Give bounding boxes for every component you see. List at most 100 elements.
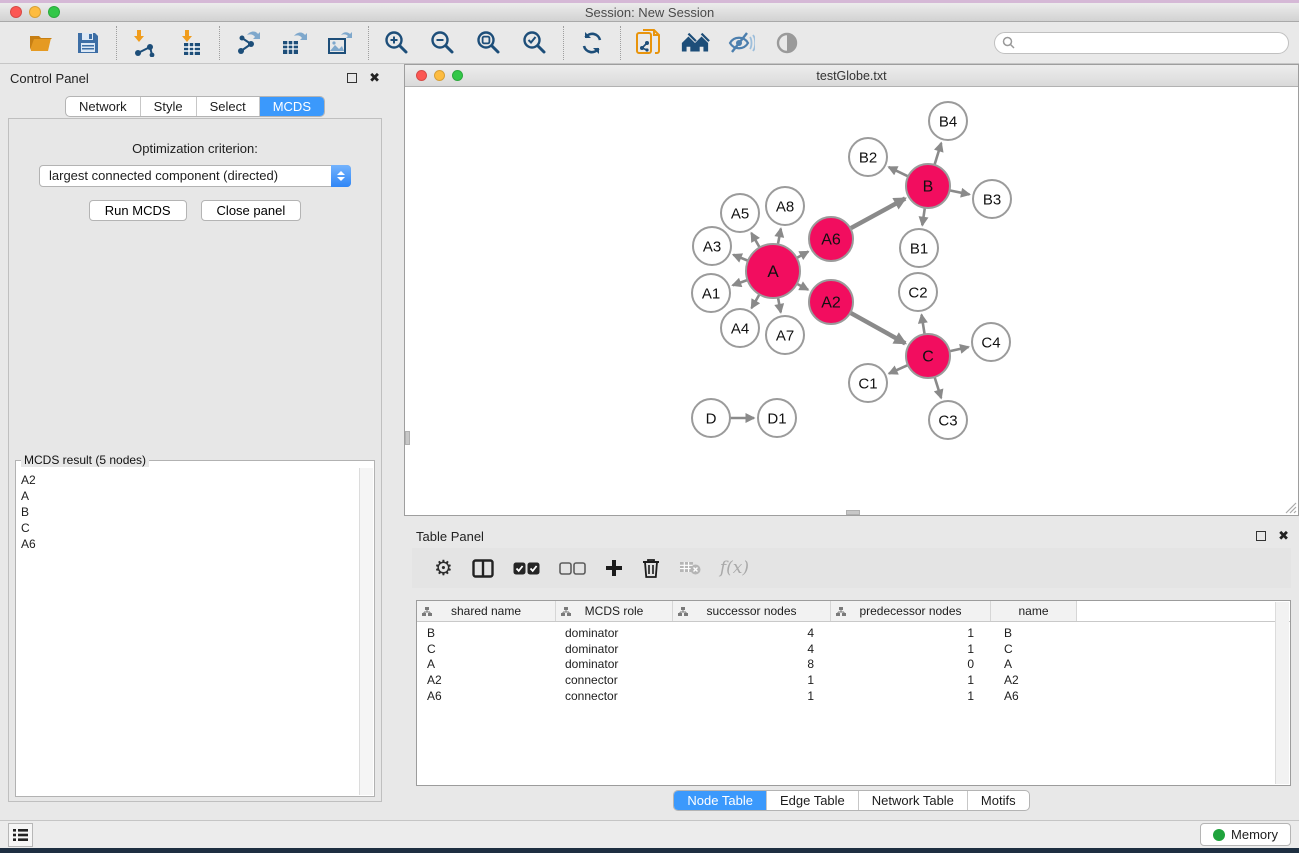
table-cell[interactable]: B — [991, 626, 1077, 640]
select-all-columns-icon[interactable] — [513, 562, 540, 575]
show-graphics-details-icon[interactable] — [772, 28, 802, 58]
tab-network[interactable]: Network — [66, 97, 141, 116]
vertical-scroll-thumb[interactable] — [405, 431, 410, 445]
close-panel-button[interactable]: Close panel — [201, 200, 302, 221]
table-row[interactable]: A2connector11A2 — [417, 672, 1290, 688]
graph-node-C1[interactable]: C1 — [849, 364, 887, 402]
graph-node-C4[interactable]: C4 — [972, 323, 1010, 361]
graph-node-B2[interactable]: B2 — [849, 138, 887, 176]
graph-edge-A-A3[interactable] — [733, 255, 748, 261]
list-item[interactable]: B — [21, 504, 358, 520]
close-panel-icon[interactable]: ✖ — [1278, 529, 1289, 544]
resize-grip-icon[interactable] — [1283, 500, 1297, 514]
export-table-icon[interactable] — [279, 28, 309, 58]
export-image-icon[interactable] — [325, 28, 355, 58]
delete-columns-icon[interactable] — [642, 558, 660, 578]
table-cell[interactable]: A2 — [417, 673, 556, 687]
zoom-out-icon[interactable] — [428, 28, 458, 58]
table-cell[interactable]: 1 — [831, 626, 991, 640]
table-row[interactable]: A6connector11A6 — [417, 688, 1290, 704]
graph-node-B1[interactable]: B1 — [900, 229, 938, 267]
add-column-icon[interactable] — [605, 559, 623, 577]
table-cell[interactable]: A2 — [991, 673, 1077, 687]
close-panel-icon[interactable]: ✖ — [369, 71, 380, 86]
table-cell[interactable]: A6 — [991, 689, 1077, 703]
graph-node-A2[interactable]: A2 — [809, 280, 853, 324]
tab-style[interactable]: Style — [141, 97, 197, 116]
close-window-icon[interactable] — [416, 70, 427, 81]
import-table-icon[interactable] — [176, 28, 206, 58]
graph-node-C[interactable]: C — [906, 334, 950, 378]
home-icon[interactable] — [680, 28, 710, 58]
list-item[interactable]: A2 — [21, 472, 358, 488]
table-cell[interactable]: 8 — [673, 657, 831, 671]
clone-network-icon[interactable] — [634, 28, 664, 58]
table-cell[interactable]: 1 — [831, 689, 991, 703]
graph-node-A8[interactable]: A8 — [766, 187, 804, 225]
export-network-icon[interactable] — [233, 28, 263, 58]
graph-node-A3[interactable]: A3 — [693, 227, 731, 265]
graph-node-B3[interactable]: B3 — [973, 180, 1011, 218]
graph-edge-C-C3[interactable] — [935, 377, 942, 398]
graph-edge-B-B1[interactable] — [922, 208, 925, 225]
zoom-selected-icon[interactable] — [520, 28, 550, 58]
tab-motifs[interactable]: Motifs — [968, 791, 1029, 810]
minimize-window-icon[interactable] — [434, 70, 445, 81]
table-options-icon[interactable]: ⚙ — [434, 558, 453, 579]
table-cell[interactable]: 1 — [673, 689, 831, 703]
column-header[interactable]: MCDS role — [556, 601, 673, 621]
graph-edge-B-B4[interactable] — [934, 143, 941, 165]
column-header[interactable]: successor nodes — [673, 601, 831, 621]
graph-node-D1[interactable]: D1 — [758, 399, 796, 437]
zoom-window-icon[interactable] — [452, 70, 463, 81]
table-cell[interactable]: 0 — [831, 657, 991, 671]
graph-node-A1[interactable]: A1 — [692, 274, 730, 312]
graph-node-D[interactable]: D — [692, 399, 730, 437]
graph-edge-A-A4[interactable] — [752, 294, 760, 308]
table-scrollbar[interactable] — [1275, 602, 1289, 784]
import-network-icon[interactable] — [130, 28, 160, 58]
horizontal-scroll-thumb[interactable] — [846, 510, 860, 515]
search-field[interactable] — [994, 32, 1289, 54]
graph-edge-A-A1[interactable] — [733, 280, 748, 285]
table-cell[interactable]: 1 — [831, 673, 991, 687]
table-cell[interactable]: connector — [556, 689, 673, 703]
column-header[interactable]: predecessor nodes — [831, 601, 991, 621]
graph-edge-A-A6[interactable] — [797, 252, 809, 258]
unselect-all-columns-icon[interactable] — [559, 562, 586, 575]
tab-mcds[interactable]: MCDS — [260, 97, 324, 116]
table-cell[interactable]: B — [417, 626, 556, 640]
function-builder-icon[interactable]: f(x) — [720, 558, 749, 578]
graph-node-A7[interactable]: A7 — [766, 316, 804, 354]
graph-node-A[interactable]: A — [746, 244, 800, 298]
memory-button[interactable]: Memory — [1200, 823, 1291, 846]
table-row[interactable]: Bdominator41B — [417, 625, 1290, 641]
table-cell[interactable]: A6 — [417, 689, 556, 703]
show-task-history-button[interactable] — [8, 823, 33, 847]
delete-table-icon[interactable] — [679, 561, 701, 575]
tab-edge-table[interactable]: Edge Table — [767, 791, 859, 810]
optimization-criterion-select[interactable]: largest connected component (directed) — [39, 165, 351, 187]
list-item[interactable]: C — [21, 520, 358, 536]
float-panel-icon[interactable] — [1256, 531, 1266, 541]
column-header[interactable]: shared name — [417, 601, 556, 621]
graph-edge-A6-B[interactable] — [850, 198, 905, 228]
graph-edge-A-A7[interactable] — [778, 298, 781, 313]
table-cell[interactable]: A — [991, 657, 1077, 671]
tab-select[interactable]: Select — [197, 97, 260, 116]
table-cell[interactable]: C — [417, 642, 556, 656]
table-cell[interactable]: 1 — [831, 642, 991, 656]
network-canvas[interactable]: AA6A2BCA5A8A3A1A4A7B2B4B3B1C2C4C1C3DD1 — [405, 87, 1298, 515]
table-cell[interactable]: dominator — [556, 626, 673, 640]
float-panel-icon[interactable] — [347, 73, 357, 83]
table-cell[interactable]: 4 — [673, 626, 831, 640]
zoom-in-icon[interactable] — [382, 28, 412, 58]
list-item[interactable]: A — [21, 488, 358, 504]
table-cell[interactable]: dominator — [556, 657, 673, 671]
table-cell[interactable]: connector — [556, 673, 673, 687]
graph-edge-B-B3[interactable] — [950, 190, 970, 194]
table-cell[interactable]: C — [991, 642, 1077, 656]
graph-node-C3[interactable]: C3 — [929, 401, 967, 439]
open-session-icon[interactable] — [27, 28, 57, 58]
table-cell[interactable]: 4 — [673, 642, 831, 656]
